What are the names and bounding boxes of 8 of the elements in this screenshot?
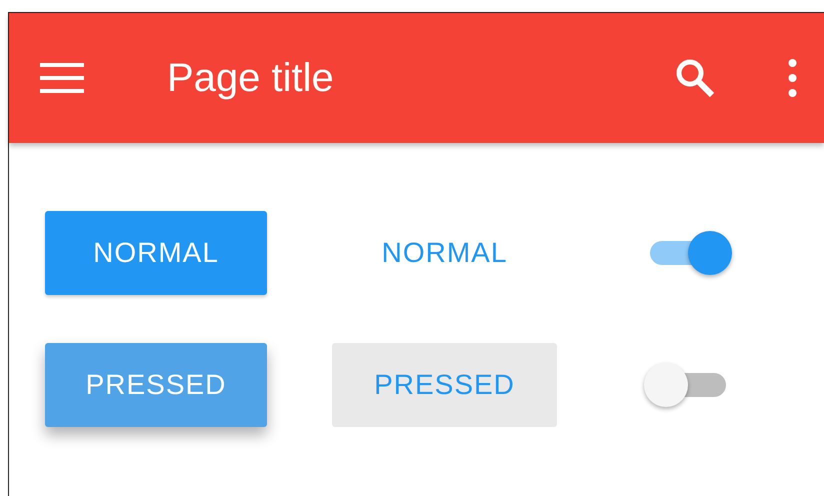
flat-button[interactable]: PRESSED — [332, 343, 557, 427]
raised-button[interactable]: NORMAL — [45, 211, 267, 295]
search-icon[interactable] — [675, 58, 715, 98]
menu-icon[interactable] — [40, 63, 84, 93]
more-icon[interactable] — [788, 59, 797, 97]
raised-button[interactable]: PRESSED — [45, 343, 267, 427]
page-title: Page title — [167, 56, 335, 100]
flat-button[interactable]: NORMAL — [332, 211, 557, 295]
